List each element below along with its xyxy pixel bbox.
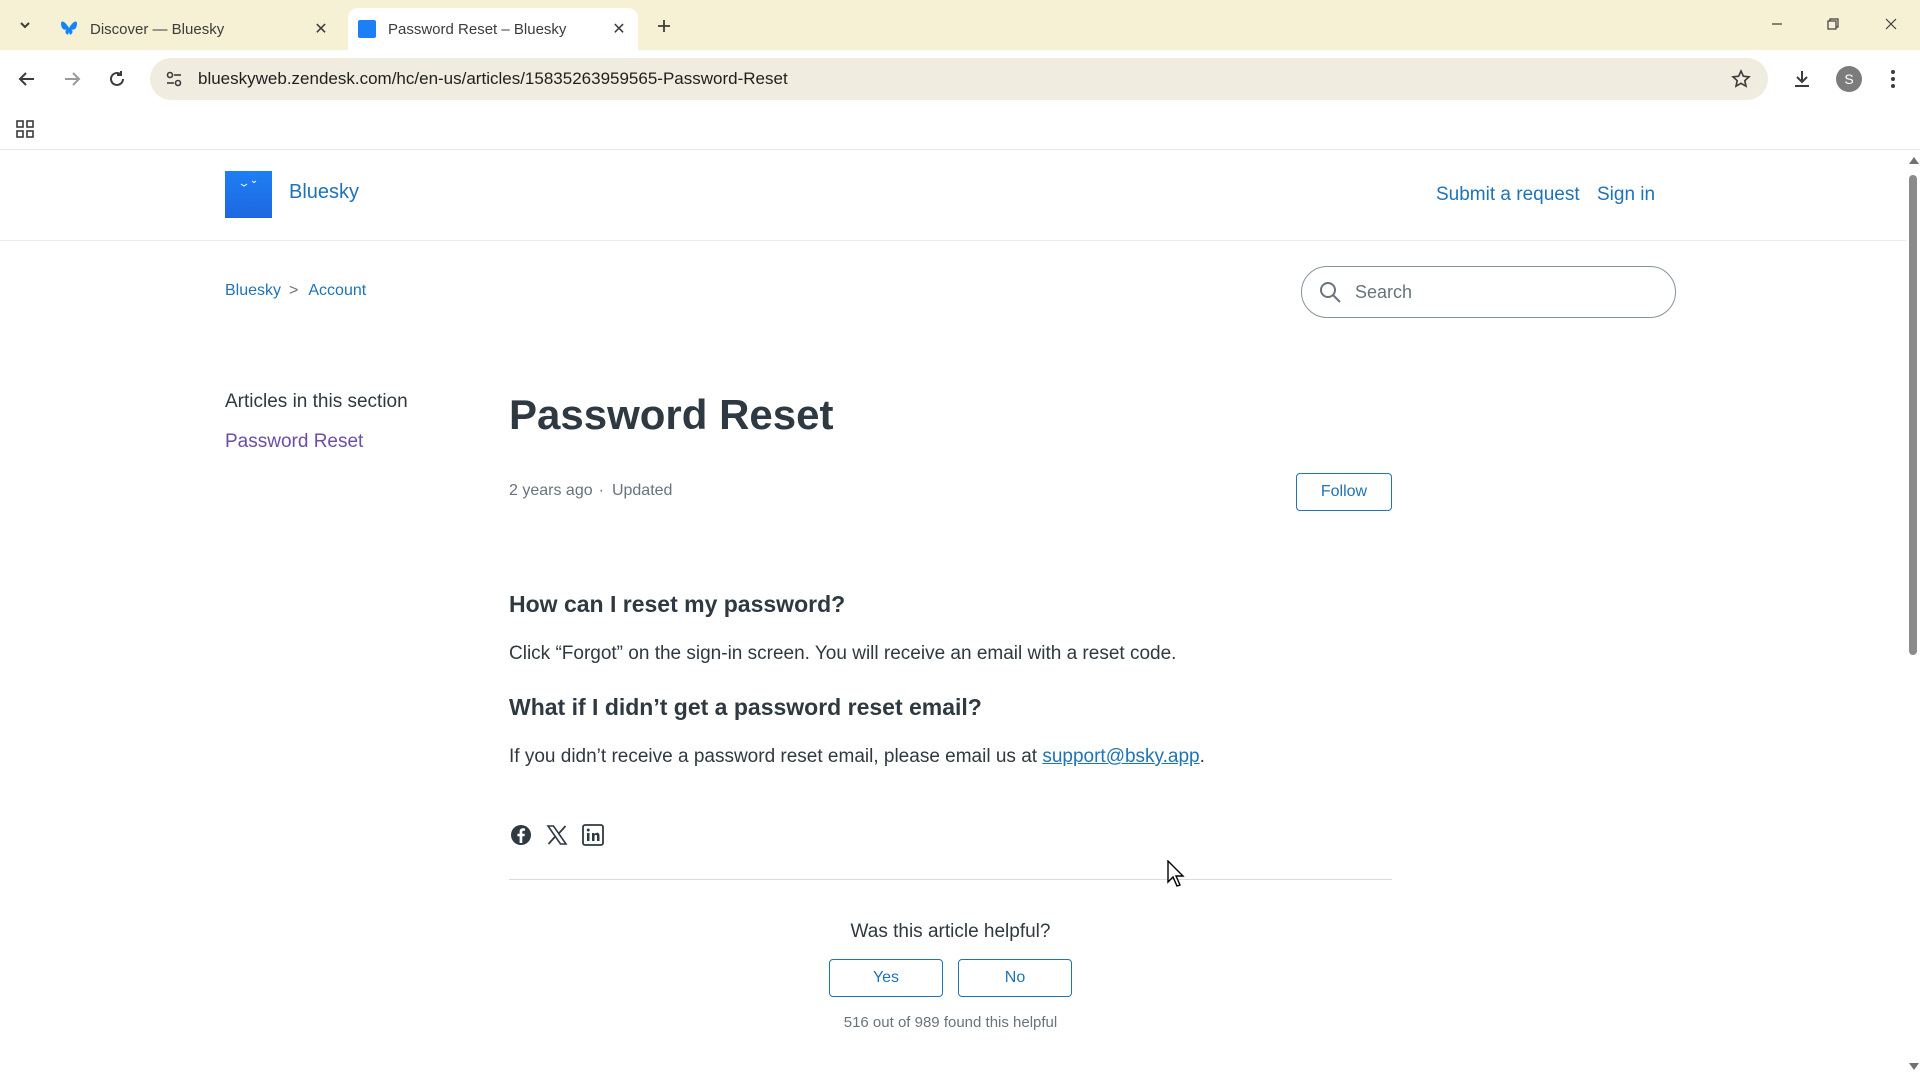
facebook-icon[interactable]: [509, 823, 533, 847]
close-window-icon[interactable]: [1868, 8, 1914, 40]
url-text[interactable]: blueskyweb.zendesk.com/hc/en-us/articles…: [198, 69, 1726, 89]
tab-title: Discover — Bluesky: [90, 20, 225, 38]
tab-search-chevron-icon[interactable]: [12, 12, 38, 38]
vote-yes-button[interactable]: Yes: [829, 959, 943, 997]
feedback-divider: [509, 879, 1392, 880]
new-tab-plus-icon[interactable]: [650, 12, 678, 40]
browser-tab-bar: Discover — Bluesky ✕ Password Reset – Bl…: [0, 0, 1920, 50]
search-input[interactable]: [1355, 281, 1655, 303]
tab-discover[interactable]: Discover — Bluesky ✕: [50, 8, 340, 50]
vote-no-button[interactable]: No: [958, 959, 1072, 997]
close-tab-icon[interactable]: ✕: [608, 18, 630, 40]
back-arrow-icon[interactable]: [10, 62, 44, 96]
section-heading-reset: How can I reset my password?: [509, 591, 846, 617]
browser-menu-icon[interactable]: [1876, 62, 1910, 96]
support-email-link[interactable]: support@bsky.app: [1042, 746, 1199, 767]
breadcrumb: Bluesky > Account: [225, 282, 366, 300]
helpful-count: 516 out of 989 found this helpful: [843, 1014, 1058, 1031]
apps-grid-icon[interactable]: [12, 116, 38, 142]
bluesky-butterfly-icon: [60, 20, 78, 38]
brand-name-link[interactable]: Bluesky: [289, 181, 359, 204]
section-body-no-email: If you didn’t receive a password reset e…: [509, 746, 1205, 768]
meta-status: Updated: [611, 482, 673, 499]
help-center-page: Bluesky Submit a request Sign in Bluesky…: [0, 151, 1906, 1080]
tab-title: Password Reset – Bluesky: [388, 20, 567, 38]
minimize-icon[interactable]: [1754, 8, 1800, 40]
site-info-tune-icon[interactable]: [162, 67, 186, 91]
article-title: Password Reset: [509, 391, 834, 438]
restore-icon[interactable]: [1810, 8, 1856, 40]
breadcrumb-item-bluesky[interactable]: Bluesky: [225, 282, 281, 300]
x-icon[interactable]: [545, 823, 569, 847]
bluesky-square-favicon-icon: [358, 20, 376, 38]
meta-separator: ·: [598, 482, 604, 499]
forward-arrow-icon[interactable]: [55, 62, 89, 96]
search-box[interactable]: [1301, 266, 1676, 318]
body-suffix: .: [1199, 746, 1205, 767]
scroll-up-arrow-icon[interactable]: [1909, 157, 1919, 164]
sidebar-article-link[interactable]: Password Reset: [225, 431, 363, 453]
browser-toolbar: blueskyweb.zendesk.com/hc/en-us/articles…: [0, 50, 1920, 108]
close-tab-icon[interactable]: ✕: [310, 18, 332, 40]
sign-in-link[interactable]: Sign in: [1597, 184, 1655, 206]
breadcrumb-item-account[interactable]: Account: [308, 282, 366, 300]
page-scrollbar[interactable]: [1906, 151, 1920, 1080]
scroll-down-arrow-icon[interactable]: [1909, 1063, 1919, 1070]
body-prefix: If you didn’t receive a password reset e…: [509, 746, 1043, 767]
address-bar[interactable]: blueskyweb.zendesk.com/hc/en-us/articles…: [150, 58, 1768, 100]
section-heading-no-email: What if I didn’t get a password reset em…: [509, 694, 982, 720]
profile-avatar[interactable]: S: [1836, 66, 1862, 92]
tab-password-reset[interactable]: Password Reset – Bluesky ✕: [348, 8, 638, 50]
search-icon: [1317, 279, 1343, 305]
bookmarks-bar: [0, 108, 1920, 150]
downloads-icon[interactable]: [1785, 62, 1819, 96]
sidebar-heading: Articles in this section: [225, 391, 408, 412]
mouse-cursor-icon: [1167, 860, 1185, 887]
linkedin-icon[interactable]: [581, 823, 605, 847]
section-body-reset: Click “Forgot” on the sign-in screen. Yo…: [509, 643, 1177, 664]
meta-time: 2 years ago: [509, 482, 593, 499]
submit-request-link[interactable]: Submit a request: [1436, 184, 1580, 206]
helpful-question: Was this article helpful?: [850, 921, 1051, 942]
bluesky-logo[interactable]: [225, 171, 272, 218]
scroll-thumb[interactable]: [1909, 175, 1917, 655]
reload-icon[interactable]: [100, 62, 134, 96]
site-header: Bluesky Submit a request Sign in: [0, 151, 1906, 241]
breadcrumb-separator: >: [289, 282, 299, 299]
follow-button[interactable]: Follow: [1296, 473, 1392, 511]
bookmark-star-icon[interactable]: [1726, 64, 1756, 94]
article-meta: 2 years ago · Updated: [509, 482, 672, 500]
